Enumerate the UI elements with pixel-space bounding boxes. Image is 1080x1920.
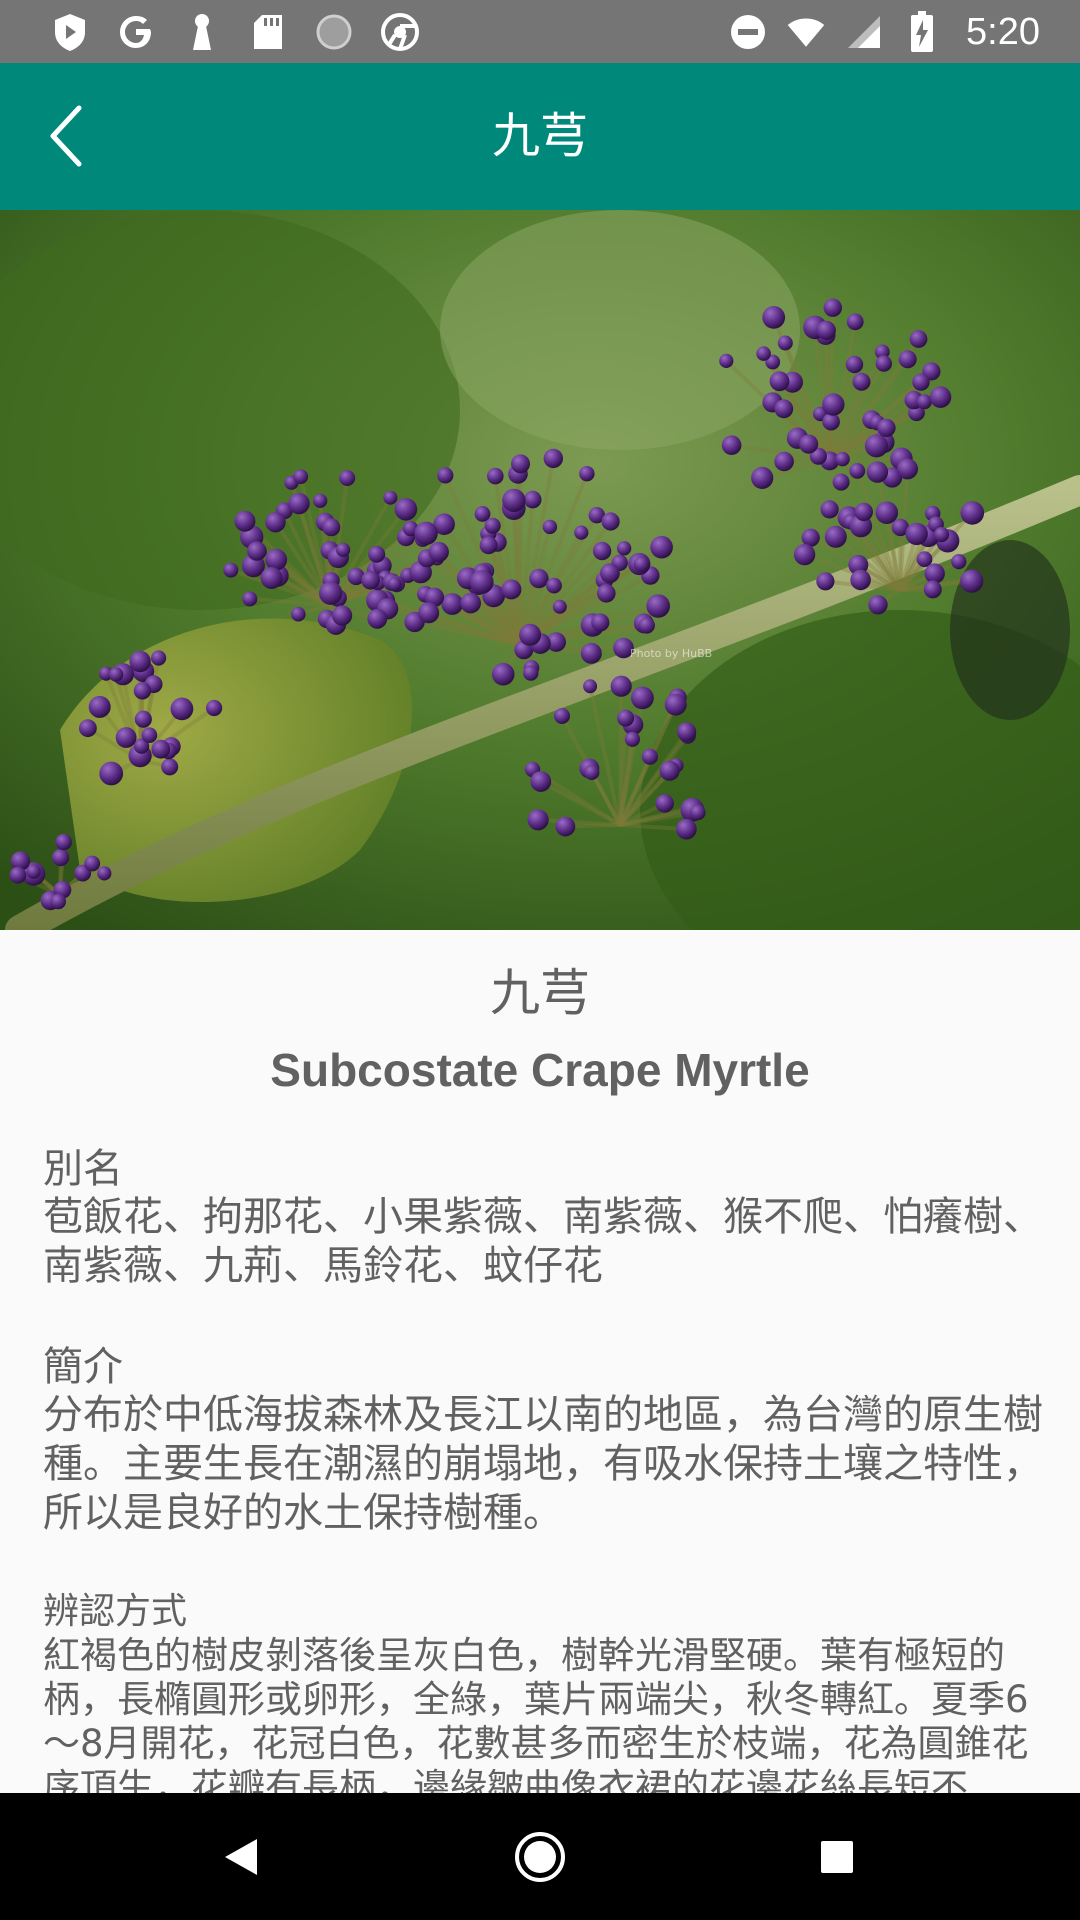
back-button[interactable]: [30, 101, 100, 171]
section-heading: 別名: [43, 1146, 123, 1192]
section-body: 分布於中低海拔森林及長江以南的地區，為台灣的原生樹種。主要生長在潮濕的崩塌地，有…: [43, 1392, 1043, 1536]
section-body: 紅褐色的樹皮剝落後呈灰白色，樹幹光滑堅硬。葉有極短的柄，長橢圓形或卵形，全綠，葉…: [43, 1634, 1029, 1793]
status-time: 5:20: [966, 10, 1040, 53]
chrome-icon: [380, 12, 420, 52]
section-aliases: 別名 苞飯花、拘那花、小果紫薇、南紫薇、猴不爬、怕癢樹、南紫薇、九荊、馬鈴花、蚊…: [43, 1145, 1043, 1291]
navigation-bar: [0, 1793, 1080, 1920]
photo-watermark: Photo by HuBB: [630, 647, 712, 660]
plant-name-chinese: 九芎: [490, 964, 590, 1022]
shield-icon: [50, 12, 90, 52]
back-triangle-icon: [225, 1839, 257, 1875]
do-not-disturb-icon: [728, 12, 768, 52]
keyhole-icon: [182, 12, 222, 52]
home-circle-icon: [515, 1832, 565, 1882]
nav-recents-button[interactable]: [803, 1823, 871, 1891]
section-body: 苞飯花、拘那花、小果紫薇、南紫薇、猴不爬、怕癢樹、南紫薇、九荊、馬鈴花、蚊仔花: [43, 1194, 1043, 1289]
chevron-left-icon: [50, 105, 82, 167]
app-bar: 九芎: [0, 63, 1080, 210]
page-title: 九芎: [491, 108, 588, 164]
nav-back-button[interactable]: [207, 1823, 275, 1891]
google-icon: [116, 12, 156, 52]
section-identification: 辨認方式 紅褐色的樹皮剝落後呈灰白色，樹幹光滑堅硬。葉有極短的柄，長橢圓形或卵形…: [43, 1590, 1043, 1793]
hero-image: Photo by HuBB: [0, 210, 1080, 930]
plant-detail: 九芎 Subcostate Crape Myrtle 別名 苞飯花、拘那花、小果…: [0, 930, 1080, 1793]
section-heading: 簡介: [43, 1344, 123, 1390]
signal-icon: [844, 12, 884, 52]
wifi-icon: [786, 12, 826, 52]
status-bar: 5:20: [0, 0, 1080, 63]
sd-card-icon: [248, 12, 288, 52]
recents-square-icon: [821, 1841, 853, 1873]
loading-icon: [314, 12, 354, 52]
section-heading: 辨認方式: [43, 1591, 188, 1632]
nav-home-button[interactable]: [506, 1823, 574, 1891]
battery-charging-icon: [902, 11, 942, 52]
plant-name-english: Subcostate Crape Myrtle: [270, 1044, 810, 1096]
section-introduction: 簡介 分布於中低海拔森林及長江以南的地區，為台灣的原生樹種。主要生長在潮濕的崩塌…: [43, 1343, 1043, 1538]
